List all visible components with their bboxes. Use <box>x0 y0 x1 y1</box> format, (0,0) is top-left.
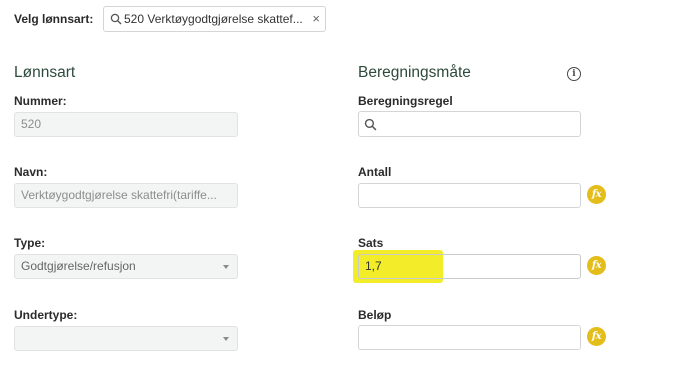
beregningsregel-label: Beregningsregel <box>358 94 453 108</box>
lonnsart-section-title: Lønnsart <box>14 64 76 81</box>
formula-fx-icon[interactable]: fx <box>587 327 606 346</box>
lonnsart-select-value: 520 Verktøygodtgjørelse skattef... <box>124 12 303 26</box>
select-lonnsart-label: Velg lønnsart: <box>14 12 94 26</box>
search-icon <box>364 118 377 131</box>
type-select-value: Godtgjørelse/refusjon <box>21 259 136 273</box>
beregningsmate-section-title: Beregningsmåte <box>358 64 471 81</box>
beregningsregel-search-field[interactable] <box>358 111 581 137</box>
nummer-label: Nummer: <box>14 94 67 108</box>
navn-field: Verktøygodtgjørelse skattefri(tariffe... <box>14 183 238 208</box>
belop-input[interactable] <box>358 325 581 350</box>
antall-label: Antall <box>358 165 392 179</box>
sats-input[interactable]: 1,7 <box>358 254 581 279</box>
undertype-label: Undertype: <box>14 308 78 322</box>
chevron-down-icon <box>223 265 229 269</box>
type-label: Type: <box>14 236 46 250</box>
search-icon <box>110 13 122 25</box>
formula-fx-icon[interactable]: fx <box>587 256 606 275</box>
lonnsart-search-select[interactable]: 520 Verktøygodtgjørelse skattef... × <box>103 6 326 32</box>
antall-input[interactable] <box>358 183 581 208</box>
belop-label: Beløp <box>358 308 392 322</box>
chevron-down-icon <box>223 337 229 341</box>
info-icon[interactable]: i <box>567 67 581 81</box>
clear-icon[interactable]: × <box>312 7 320 31</box>
formula-fx-icon[interactable]: fx <box>587 185 606 204</box>
type-select[interactable]: Godtgjørelse/refusjon <box>14 254 238 279</box>
nummer-field: 520 <box>14 112 238 137</box>
undertype-select[interactable] <box>14 326 238 351</box>
sats-label: Sats <box>358 236 384 250</box>
navn-label: Navn: <box>14 165 48 179</box>
